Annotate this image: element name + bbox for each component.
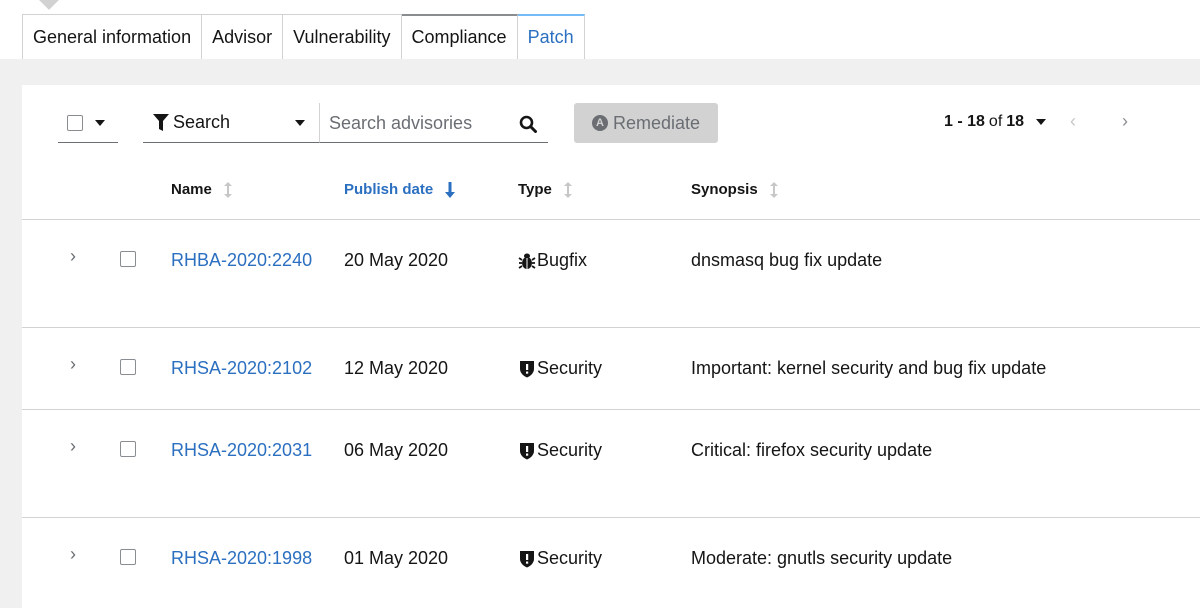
shield-icon (520, 442, 534, 459)
advisory-type-label: Security (537, 358, 603, 378)
bug-icon (518, 253, 536, 269)
filter-type-label: Search (173, 112, 231, 132)
sort-icon (769, 181, 778, 198)
search-box (319, 103, 548, 143)
pagination-of: of (988, 113, 1003, 130)
shield-icon (520, 550, 534, 567)
caret-down-icon (1036, 119, 1047, 125)
publish-date: 01 May 2020 (344, 548, 449, 568)
sort-icon (563, 181, 572, 198)
tab-general-information[interactable]: General information (22, 14, 203, 59)
advisory-type-label: Security (537, 440, 603, 460)
pagination-range: 1 - 18 (944, 113, 985, 130)
ansible-icon: A (591, 115, 608, 131)
filter-type-select[interactable]: Search (143, 103, 319, 143)
table-row: › RHSA-2020:2102 12 May 2020 Security Im… (22, 328, 1200, 410)
synopsis: Moderate: gnutls security update (691, 548, 953, 568)
caret-down-icon (95, 119, 105, 126)
tab-pointer (39, 0, 59, 10)
column-header-publish-date-label: Publish date (344, 181, 434, 198)
synopsis: Important: kernel security and bug fix u… (691, 358, 1047, 378)
tab-patch[interactable]: Patch (517, 14, 585, 59)
advisory-name-link[interactable]: RHSA-2020:2031 (171, 437, 321, 464)
next-page-icon[interactable]: › (1122, 111, 1128, 132)
column-header-name-label: Name (171, 181, 212, 198)
table-row: › RHSA-2020:2031 06 May 2020 Security Cr… (22, 410, 1200, 518)
column-header-name[interactable]: Name (171, 181, 232, 198)
tab-advisor[interactable]: Advisor (202, 14, 284, 59)
shield-icon (520, 360, 534, 377)
expand-row-icon[interactable]: › (70, 436, 76, 457)
remediate-label: Remediate (612, 112, 701, 133)
tabs-bar: General information Advisor Vulnerabilit… (0, 0, 1200, 59)
tab-vulnerability[interactable]: Vulnerability (283, 14, 402, 59)
synopsis: Critical: firefox security update (691, 440, 933, 460)
row-checkbox[interactable] (120, 251, 136, 267)
column-header-synopsis[interactable]: Synopsis (691, 181, 778, 198)
advisory-type: Security (518, 437, 602, 464)
column-header-synopsis-label: Synopsis (691, 181, 758, 198)
caret-down-icon (295, 120, 305, 126)
search-icon[interactable] (519, 115, 537, 133)
sort-descending-icon (445, 181, 456, 198)
sort-icon (223, 181, 232, 198)
advisory-type: Security (518, 355, 602, 382)
advisory-name-link[interactable]: RHSA-2020:2102 (171, 355, 351, 382)
advisory-name-link[interactable]: RHBA-2020:2240 (171, 247, 321, 274)
row-checkbox[interactable] (120, 441, 136, 457)
pagination-total: 18 (1006, 113, 1025, 130)
advisories-card: Search A Remediate 1 - 18 of 18 ‹ › Name… (22, 85, 1200, 608)
advisory-name-link[interactable]: RHSA-2020:1998 (171, 545, 321, 572)
filter-icon (153, 113, 169, 131)
advisory-type: Security (518, 545, 602, 572)
advisory-type: Bugfix (518, 247, 587, 274)
search-input[interactable] (320, 103, 505, 143)
previous-page-icon[interactable]: ‹ (1070, 111, 1076, 132)
bulk-select-dropdown[interactable] (58, 103, 118, 143)
expand-row-icon[interactable]: › (70, 246, 76, 267)
publish-date: 12 May 2020 (344, 358, 449, 378)
advisory-type-label: Bugfix (537, 250, 588, 270)
synopsis: dnsmasq bug fix update (691, 250, 883, 270)
advisory-type-label: Security (537, 548, 603, 568)
remediate-button[interactable]: A Remediate (574, 103, 718, 143)
expand-row-icon[interactable]: › (70, 354, 76, 375)
table-row: › RHBA-2020:2240 20 May 2020 Bugfix dnsm… (22, 220, 1200, 328)
bulk-select-checkbox[interactable] (67, 114, 83, 131)
row-checkbox[interactable] (120, 359, 136, 375)
publish-date: 20 May 2020 (344, 250, 449, 270)
column-header-type[interactable]: Type (518, 181, 572, 198)
table-row: › RHSA-2020:1998 01 May 2020 Security Mo… (22, 518, 1200, 608)
row-checkbox[interactable] (120, 549, 136, 565)
pagination-options-toggle[interactable]: 1 - 18 of 18 (944, 113, 1047, 131)
tab-list: General information Advisor Vulnerabilit… (22, 14, 585, 59)
column-header-type-label: Type (518, 181, 552, 198)
tab-compliance[interactable]: Compliance (401, 14, 518, 59)
expand-row-icon[interactable]: › (70, 544, 76, 565)
publish-date: 06 May 2020 (344, 440, 449, 460)
column-header-publish-date[interactable]: Publish date (344, 181, 456, 198)
